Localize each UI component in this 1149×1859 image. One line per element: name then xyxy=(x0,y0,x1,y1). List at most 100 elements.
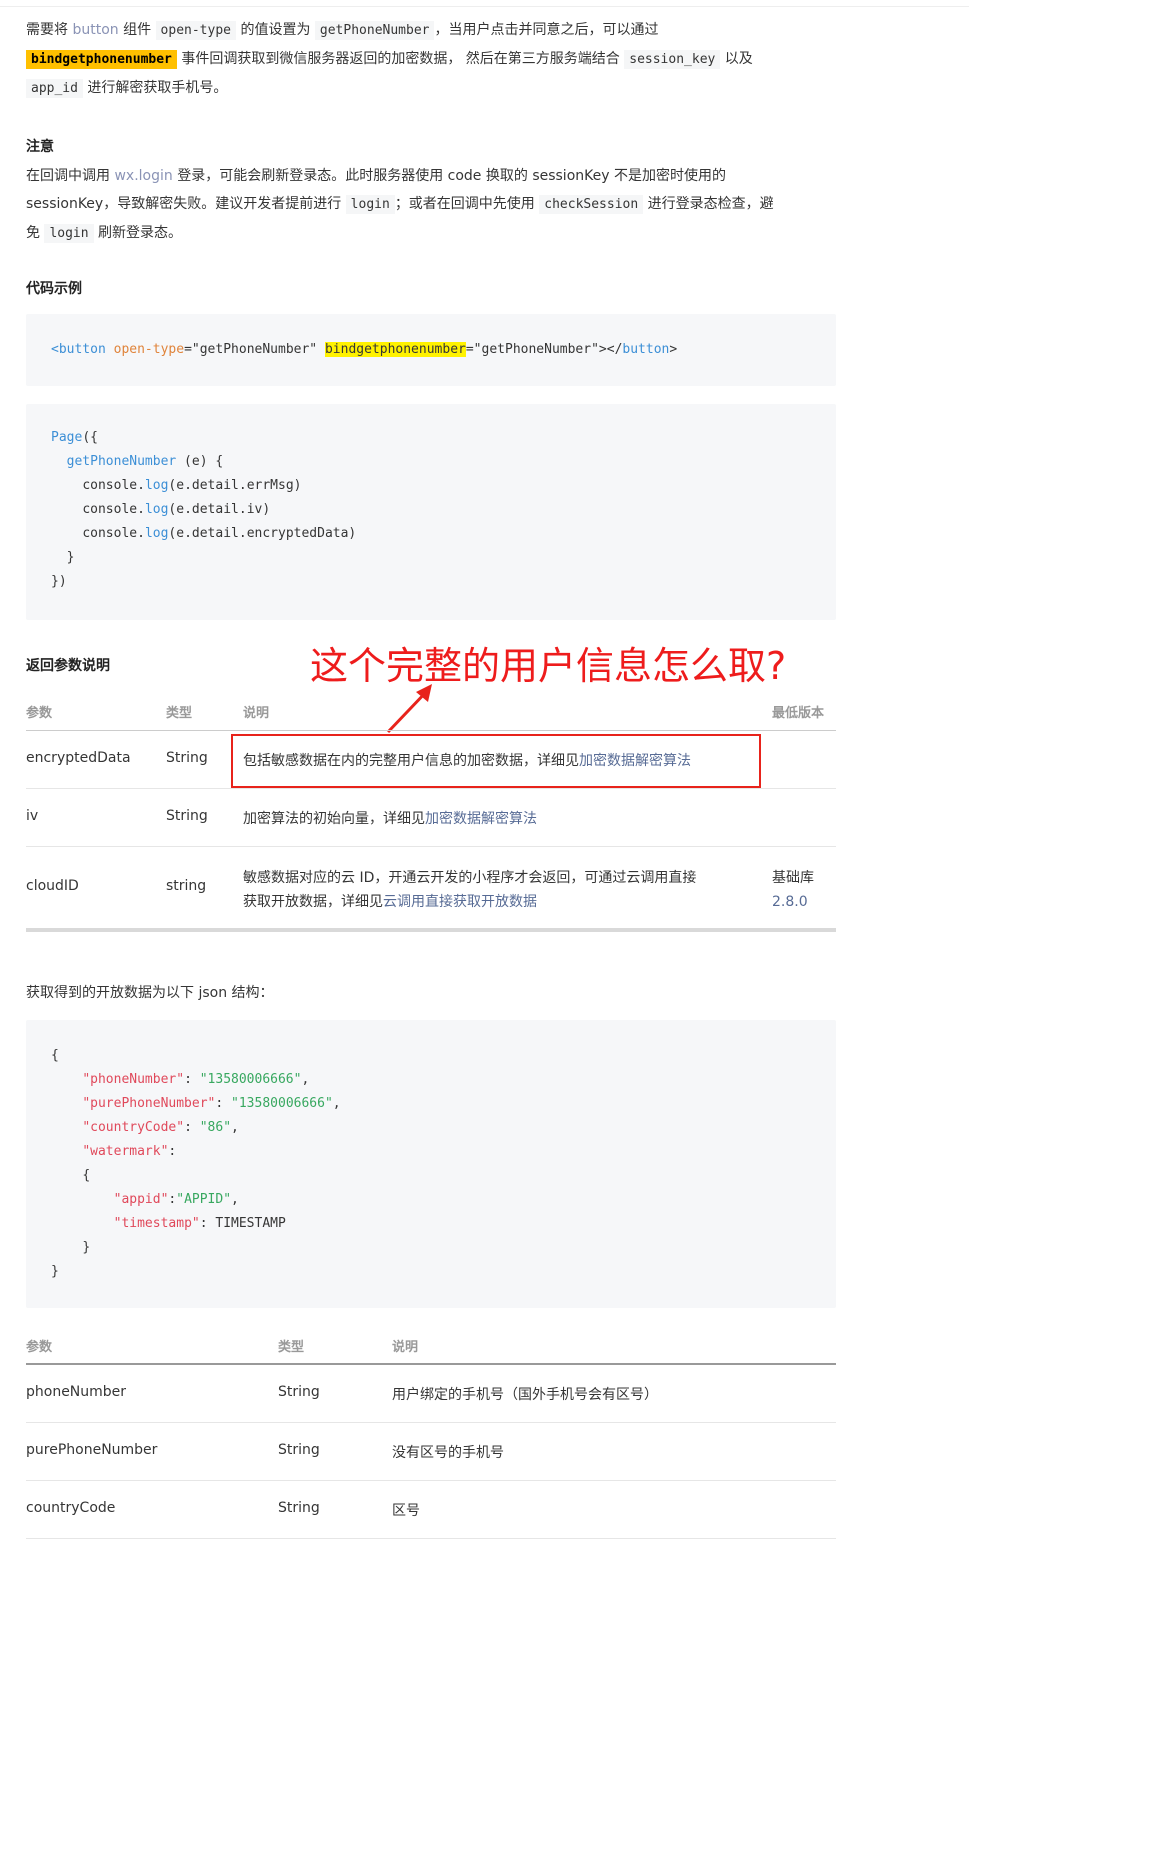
code-token: bindgetphonenumber xyxy=(324,342,466,357)
code-token: log xyxy=(144,478,169,493)
version-number: 2.8.0 xyxy=(772,894,808,910)
code-token: ="getPhoneNumber"></ xyxy=(465,342,623,357)
notice-text: 进行登录态检查，避 xyxy=(647,196,774,212)
top-divider xyxy=(0,0,969,7)
wx-login-link[interactable]: wx.login xyxy=(114,168,172,184)
header-type: 类型 xyxy=(278,1340,305,1355)
header-type: 类型 xyxy=(166,706,193,721)
code-token: ({ xyxy=(82,430,98,445)
code-token: "timestamp" xyxy=(113,1216,200,1231)
notice-text: 刷新登录态。 xyxy=(98,225,183,241)
code-token: TIMESTAMP xyxy=(215,1216,286,1231)
table-bottom-border xyxy=(26,928,836,932)
field-name: purePhoneNumber xyxy=(26,1442,158,1458)
field-name: countryCode xyxy=(26,1500,116,1516)
intro-text: 的值设置为 xyxy=(240,22,311,38)
json-code: { "phoneNumber": "13580006666", "purePho… xyxy=(51,1048,341,1279)
button-code-block: <button open-type="getPhoneNumber" bindg… xyxy=(26,314,836,386)
param-desc: 加密算法的初始向量，详细见加密数据解密算法 xyxy=(243,808,537,828)
open-type-code: open-type xyxy=(155,21,236,40)
field-type: String xyxy=(278,1500,320,1516)
code-token: open-type xyxy=(113,342,185,357)
button-code-line: <button open-type="getPhoneNumber" bindg… xyxy=(51,338,677,362)
highlight-box xyxy=(231,734,761,788)
code-token: { xyxy=(82,1168,91,1183)
checksession-code: checkSession xyxy=(539,195,644,214)
app-id-code: app_id xyxy=(26,79,83,98)
code-token: "watermark" xyxy=(82,1144,169,1159)
param-type: String xyxy=(166,750,208,766)
param-type: string xyxy=(166,878,207,894)
header-param: 参数 xyxy=(26,1340,53,1355)
notice-text: sessionKey，导致解密失败。建议开发者提前进行 xyxy=(26,196,342,212)
annotation-arrow-icon xyxy=(386,684,432,734)
code-token: log xyxy=(144,526,169,541)
return-params-heading: 返回参数说明 xyxy=(26,658,110,674)
intro-text: 进行解密获取手机号。 xyxy=(87,80,228,96)
desc-text: 获取开放数据，详细见 xyxy=(243,894,383,910)
param-name: encryptedData xyxy=(26,750,131,766)
version-label: 基础库 xyxy=(772,870,814,886)
code-token: (e) { xyxy=(176,454,224,469)
notice-text: ；或者在回调中先使用 xyxy=(394,196,535,212)
code-token: } xyxy=(82,1240,91,1255)
param-version: 基础库 2.8.0 xyxy=(772,866,814,914)
notice-paragraph: 在回调中调用 wx.login 登录，可能会刷新登录态。此时服务器使用 code… xyxy=(26,162,836,248)
button-link[interactable]: button xyxy=(72,22,118,38)
header-min-version: 最低版本 xyxy=(772,706,825,721)
code-token: log xyxy=(144,502,169,517)
intro-text: 需要将 xyxy=(26,22,68,38)
login-code: login xyxy=(345,195,395,214)
code-token: "purePhoneNumber" xyxy=(82,1096,216,1111)
code-token: <button xyxy=(51,342,106,357)
notice-text: 登录，可能会刷新登录态。此时服务器使用 code 换取的 sessionKey … xyxy=(177,168,726,184)
code-token: console. xyxy=(82,526,145,541)
code-token: > xyxy=(669,342,678,357)
param-desc: 敏感数据对应的云 ID，开通云开发的小程序才会返回，可通过云调用直接 获取开放数据… xyxy=(243,866,696,914)
row-divider xyxy=(26,788,836,789)
session-key-code: session_key xyxy=(624,50,721,69)
decrypt-algorithm-link[interactable]: 加密数据解密算法 xyxy=(425,811,537,827)
code-token: "countryCode" xyxy=(82,1120,185,1135)
desc-text: 敏感数据对应的云 ID，开通云开发的小程序才会返回，可通过云调用直接 xyxy=(243,870,697,886)
field-desc: 用户绑定的手机号（国外手机号会有区号） xyxy=(392,1387,658,1403)
field-type: String xyxy=(278,1384,320,1400)
code-token: getPhoneNumber xyxy=(66,454,177,469)
row-divider xyxy=(26,846,836,847)
code-token: "13580006666" xyxy=(231,1096,333,1111)
param-name: cloudID xyxy=(26,878,79,894)
code-token: console. xyxy=(82,502,145,517)
row-divider xyxy=(26,1538,836,1539)
code-example-heading: 代码示例 xyxy=(26,281,82,297)
row-divider xyxy=(26,1480,836,1481)
code-token: button xyxy=(622,342,670,357)
field-type: String xyxy=(278,1442,320,1458)
code-token: (e.detail.errMsg) xyxy=(168,478,302,493)
json-code-block: { "phoneNumber": "13580006666", "purePho… xyxy=(26,1020,836,1308)
code-token: { xyxy=(51,1048,59,1063)
code-token: (e.detail.encryptedData) xyxy=(168,526,357,541)
intro-paragraph: 需要将 button 组件 open-type 的值设置为 getPhoneNu… xyxy=(26,16,836,103)
intro-text: 组件 xyxy=(123,22,152,38)
header-desc: 说明 xyxy=(243,706,270,721)
notice-text: 在回调中调用 xyxy=(26,168,110,184)
bindgetphonenumber-code: bindgetphonenumber xyxy=(26,50,177,69)
field-name: phoneNumber xyxy=(26,1384,127,1400)
field-desc: 没有区号的手机号 xyxy=(392,1445,504,1461)
intro-text: ，当用户点击并同意之后，可以通过 xyxy=(434,22,659,38)
code-token: } xyxy=(66,550,75,565)
cloud-call-link[interactable]: 云调用直接获取开放数据 xyxy=(383,894,537,910)
header-desc: 说明 xyxy=(392,1340,419,1355)
page-code-block: Page({ getPhoneNumber (e) { console.log(… xyxy=(26,404,836,620)
table-header-divider xyxy=(26,1363,836,1365)
code-token: "appid" xyxy=(113,1192,169,1207)
param-type: String xyxy=(166,808,208,824)
notice-heading: 注意 xyxy=(26,139,54,155)
code-token: (e.detail.iv) xyxy=(168,502,271,517)
code-token: "phoneNumber" xyxy=(82,1072,185,1087)
notice-text: 免 xyxy=(26,225,40,241)
code-token: Page xyxy=(51,430,83,445)
field-desc: 区号 xyxy=(392,1503,420,1519)
param-name: iv xyxy=(26,808,39,824)
code-token: ="getPhoneNumber" xyxy=(184,342,318,357)
